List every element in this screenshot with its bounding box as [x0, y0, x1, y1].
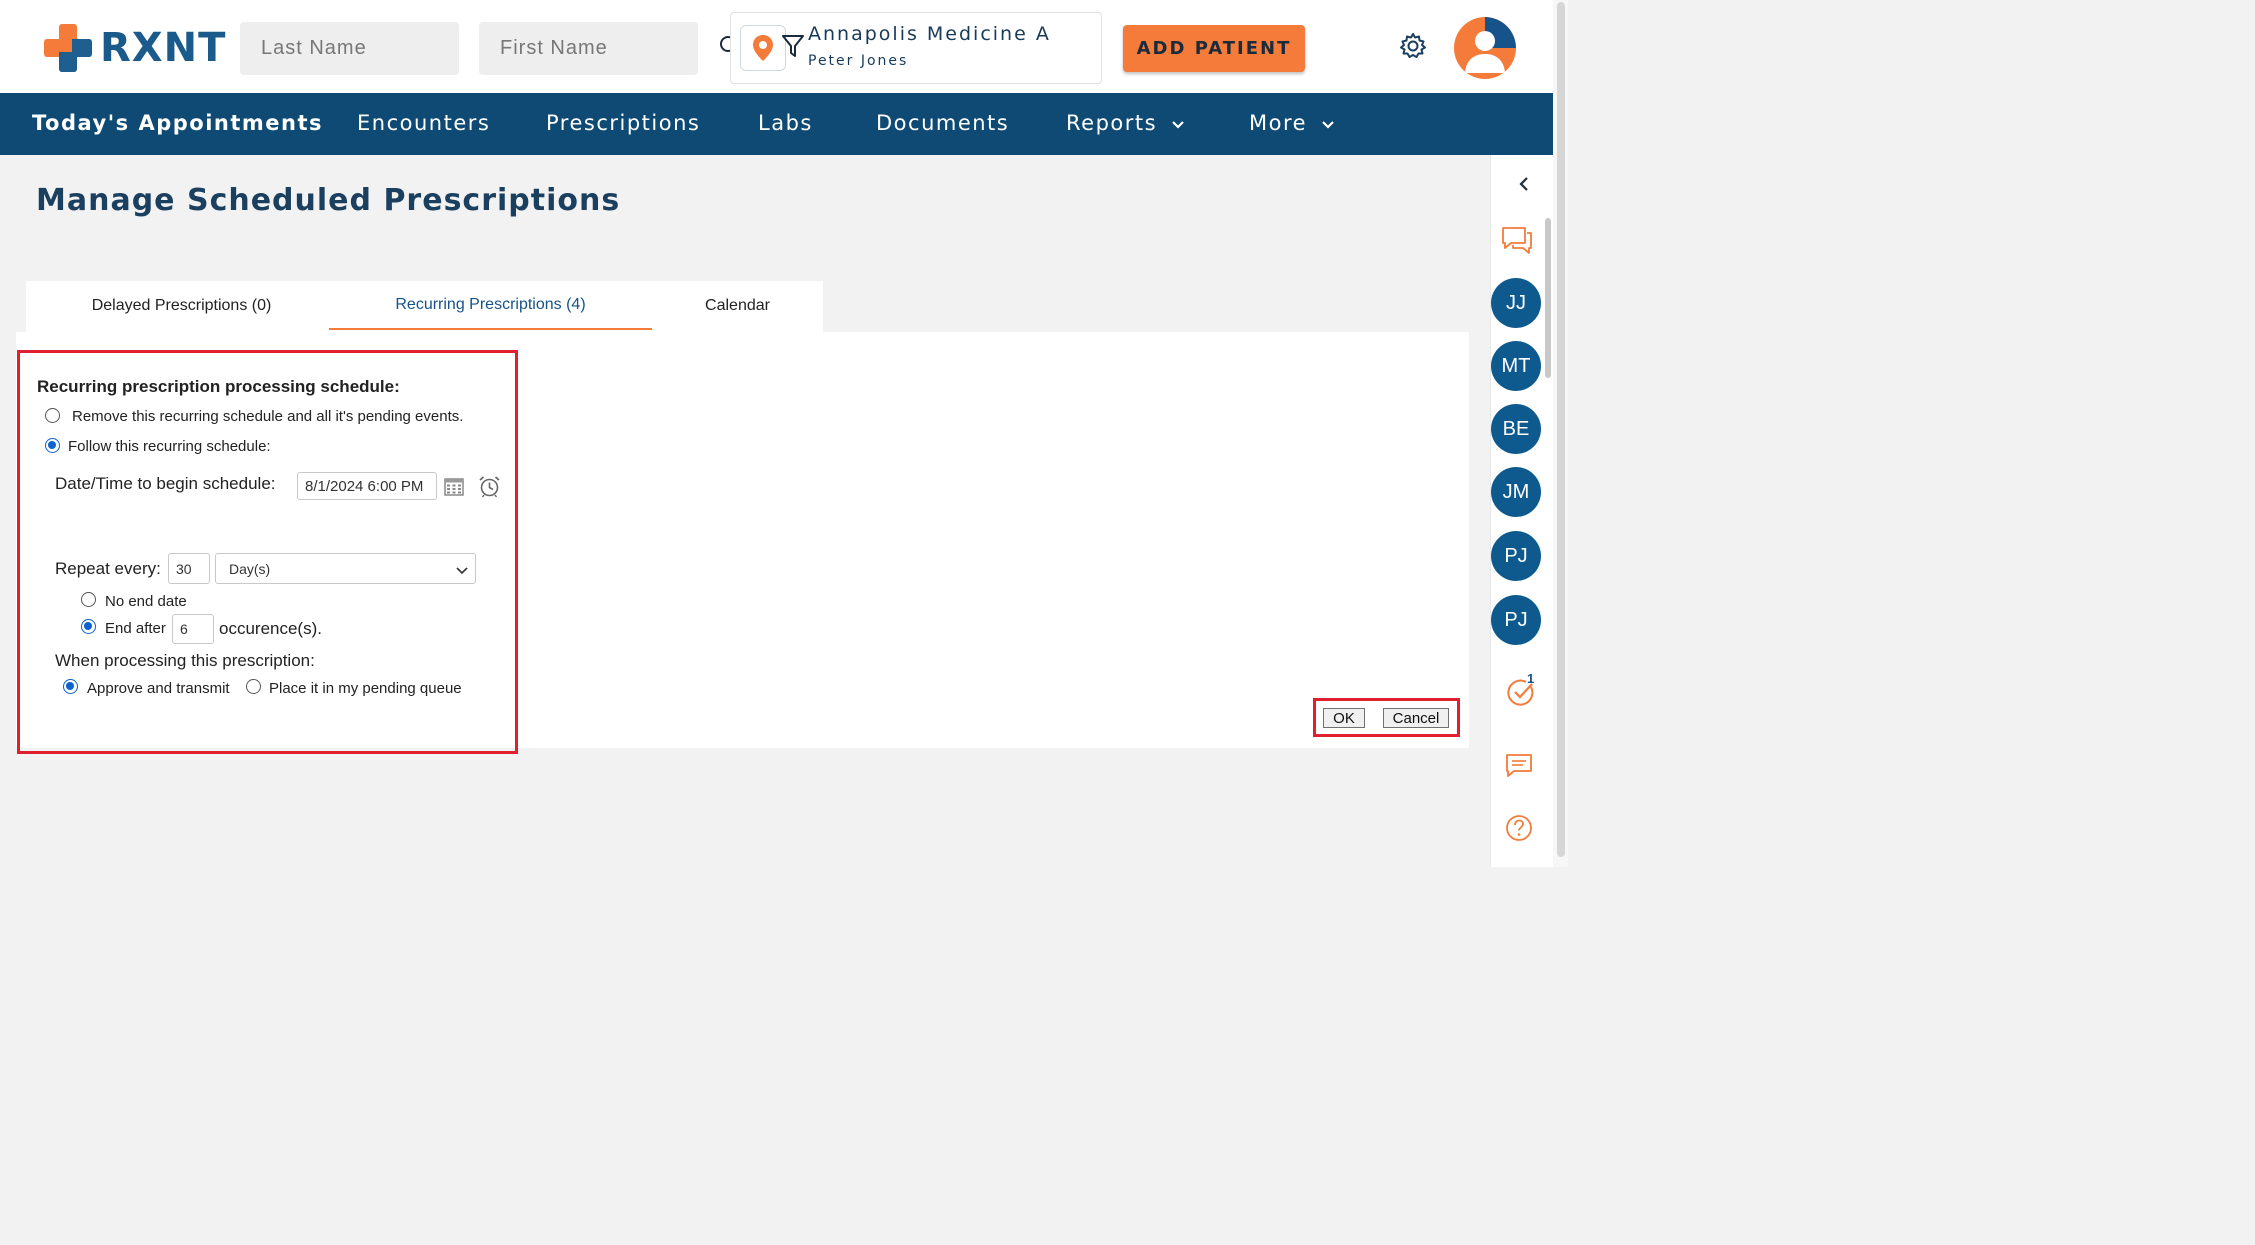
pending-queue-label: Place it in my pending queue	[269, 680, 462, 697]
tab-calendar[interactable]: Calendar	[652, 281, 823, 330]
repeat-every-label: Repeat every:	[55, 559, 161, 578]
begin-datetime-input[interactable]: 8/1/2024 6:00 PM	[297, 472, 437, 500]
page-scrollbar-thumb[interactable]	[1557, 2, 1565, 857]
nav-documents[interactable]: Documents	[876, 111, 1009, 135]
approve-transmit-radio[interactable]	[63, 679, 78, 694]
tab-delayed-prescriptions[interactable]: Delayed Prescriptions (0)	[26, 281, 337, 330]
follow-schedule-radio[interactable]	[45, 438, 60, 453]
task-count-badge: 1	[1527, 671, 1535, 686]
location-user: Peter Jones	[808, 53, 909, 69]
chevron-down-icon	[1321, 111, 1335, 135]
logo-text: RXNT	[100, 25, 227, 71]
collapse-rail-chevron-icon[interactable]	[1514, 174, 1534, 194]
calendar-icon[interactable]	[443, 475, 465, 497]
end-after-radio[interactable]	[81, 619, 96, 634]
rail-avatar[interactable]: PJ	[1491, 531, 1541, 581]
top-bar: RXNT Annapolis Medicine A Peter Jones AD…	[0, 0, 1553, 93]
help-icon[interactable]	[1504, 813, 1534, 843]
nav-encounters[interactable]: Encounters	[357, 111, 490, 135]
rail-avatar[interactable]: JM	[1491, 467, 1541, 517]
location-selector[interactable]: Annapolis Medicine A Peter Jones	[730, 12, 1102, 84]
end-after-occurrences-input[interactable]: 6	[172, 614, 214, 644]
rail-avatar[interactable]: BE	[1491, 404, 1541, 454]
settings-gear-icon[interactable]	[1398, 31, 1428, 61]
rail-avatar[interactable]: MT	[1491, 341, 1541, 391]
filter-icon[interactable]	[781, 33, 805, 59]
last-name-input[interactable]	[240, 22, 459, 75]
prescription-tabs: Delayed Prescriptions (0) Recurring Pres…	[26, 281, 823, 332]
repeat-unit-select[interactable]: Day(s)	[215, 553, 476, 584]
logo-cross-icon	[44, 24, 92, 72]
follow-schedule-label: Follow this recurring schedule:	[68, 438, 271, 455]
nav-labs[interactable]: Labs	[758, 111, 813, 135]
main-nav: Today's Appointments Encounters Prescrip…	[0, 93, 1553, 155]
ok-button[interactable]: OK	[1323, 708, 1365, 728]
nav-prescriptions[interactable]: Prescriptions	[546, 111, 700, 135]
page-title: Manage Scheduled Prescriptions	[36, 183, 621, 218]
rail-avatar[interactable]: PJ	[1491, 595, 1541, 645]
rail-scrollbar-thumb[interactable]	[1545, 218, 1551, 378]
rail-avatar[interactable]: JJ	[1491, 278, 1541, 328]
chevron-down-icon	[1171, 111, 1185, 135]
rxnt-logo[interactable]: RXNT	[44, 24, 226, 72]
first-name-input[interactable]	[479, 22, 698, 75]
remove-schedule-radio[interactable]	[45, 408, 60, 423]
schedule-heading: Recurring prescription processing schedu…	[37, 377, 400, 396]
message-icon[interactable]	[1504, 752, 1534, 780]
alarm-clock-icon[interactable]	[477, 474, 501, 498]
cancel-button[interactable]: Cancel	[1383, 708, 1449, 728]
occurrences-label: occurence(s).	[219, 619, 322, 638]
no-end-date-label: No end date	[105, 593, 187, 610]
nav-reports-label: Reports	[1066, 111, 1158, 135]
nav-more-label: More	[1249, 111, 1308, 135]
add-patient-button[interactable]: ADD PATIENT	[1123, 25, 1305, 72]
nav-reports[interactable]: Reports	[1066, 111, 1185, 135]
chevron-down-icon	[455, 563, 469, 579]
pending-queue-radio[interactable]	[246, 679, 261, 694]
location-pin-icon[interactable]	[740, 25, 786, 71]
no-end-date-radio[interactable]	[81, 592, 96, 607]
nav-more[interactable]: More	[1249, 111, 1335, 135]
begin-schedule-label: Date/Time to begin schedule:	[55, 474, 276, 493]
processing-label: When processing this prescription:	[55, 651, 315, 670]
remove-schedule-label: Remove this recurring schedule and all i…	[72, 408, 464, 425]
repeat-unit-value: Day(s)	[229, 560, 271, 577]
user-avatar[interactable]	[1454, 17, 1516, 79]
location-name: Annapolis Medicine A	[808, 23, 1051, 45]
end-after-label: End after	[105, 620, 166, 637]
repeat-interval-input[interactable]: 30	[168, 553, 210, 584]
nav-todays-appointments[interactable]: Today's Appointments	[32, 111, 323, 135]
approve-transmit-label: Approve and transmit	[87, 680, 230, 697]
tab-recurring-prescriptions[interactable]: Recurring Prescriptions (4)	[329, 281, 652, 330]
chat-icon[interactable]	[1499, 224, 1535, 258]
